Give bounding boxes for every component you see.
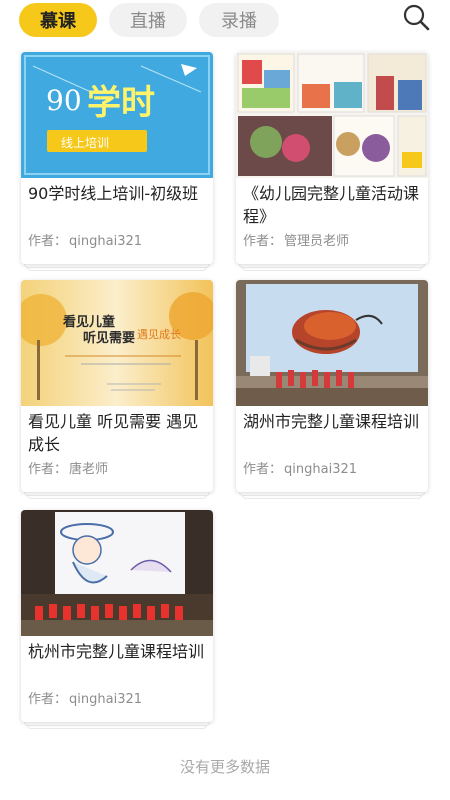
course-title: 看见儿童 听见需要 遇见成长 <box>28 412 199 454</box>
tab-bar: 慕课 直播 录播 <box>0 0 450 44</box>
tab-recorded[interactable]: 录播 <box>199 3 279 37</box>
course-card[interactable]: 杭州市完整儿童课程培训 作者： qinghai321 <box>21 510 213 729</box>
course-title: 湖州市完整儿童课程培训 <box>243 412 420 431</box>
course-title: 《幼儿园完整儿童活动课程》 <box>243 184 420 226</box>
course-author: 作者： 唐老师 <box>28 462 109 477</box>
tab-mooc[interactable]: 慕课 <box>19 3 97 37</box>
svg-text:遇见成长: 遇见成长 <box>137 328 181 341</box>
course-author: 作者： qinghai321 <box>28 692 143 707</box>
course-author: 作者： qinghai321 <box>243 462 358 477</box>
course-title: 90学时线上培训-初级班 <box>28 184 199 203</box>
course-thumbnail: 90 学时 线上培训 <box>21 52 213 178</box>
svg-text:看见儿童: 看见儿童 <box>63 314 115 330</box>
tab-live[interactable]: 直播 <box>109 3 187 37</box>
svg-text:听见需要: 听见需要 <box>83 330 135 346</box>
course-title: 杭州市完整儿童课程培训 <box>28 642 205 661</box>
course-card[interactable]: 《幼儿园完整儿童活动课程》 作者： 管理员老师 <box>236 52 428 271</box>
search-icon[interactable] <box>400 2 434 34</box>
course-thumbnail: 看见儿童 听见需要 遇见成长 <box>21 280 213 406</box>
svg-text:线上培训: 线上培训 <box>61 135 109 150</box>
course-list-page: 慕课 直播 录播 90 学时 线上培训 90学时线上培训-初级班 作者： qin… <box>0 0 450 800</box>
course-thumbnail <box>21 510 213 636</box>
course-author: 作者： qinghai321 <box>28 234 143 249</box>
course-thumbnail <box>236 52 428 178</box>
no-more-data-text: 没有更多数据 <box>179 758 270 776</box>
course-author: 作者： 管理员老师 <box>243 234 350 249</box>
course-thumbnail <box>236 280 428 406</box>
svg-text:学时: 学时 <box>87 83 155 123</box>
svg-text:90: 90 <box>46 84 82 117</box>
course-card[interactable]: 90 学时 线上培训 90学时线上培训-初级班 作者： qinghai321 <box>21 52 213 271</box>
course-card[interactable]: 看见儿童 听见需要 遇见成长 看见儿童 听见需要 遇见成长 作者： 唐老师 <box>21 280 213 499</box>
course-card[interactable]: 湖州市完整儿童课程培训 作者： qinghai321 <box>236 280 428 499</box>
